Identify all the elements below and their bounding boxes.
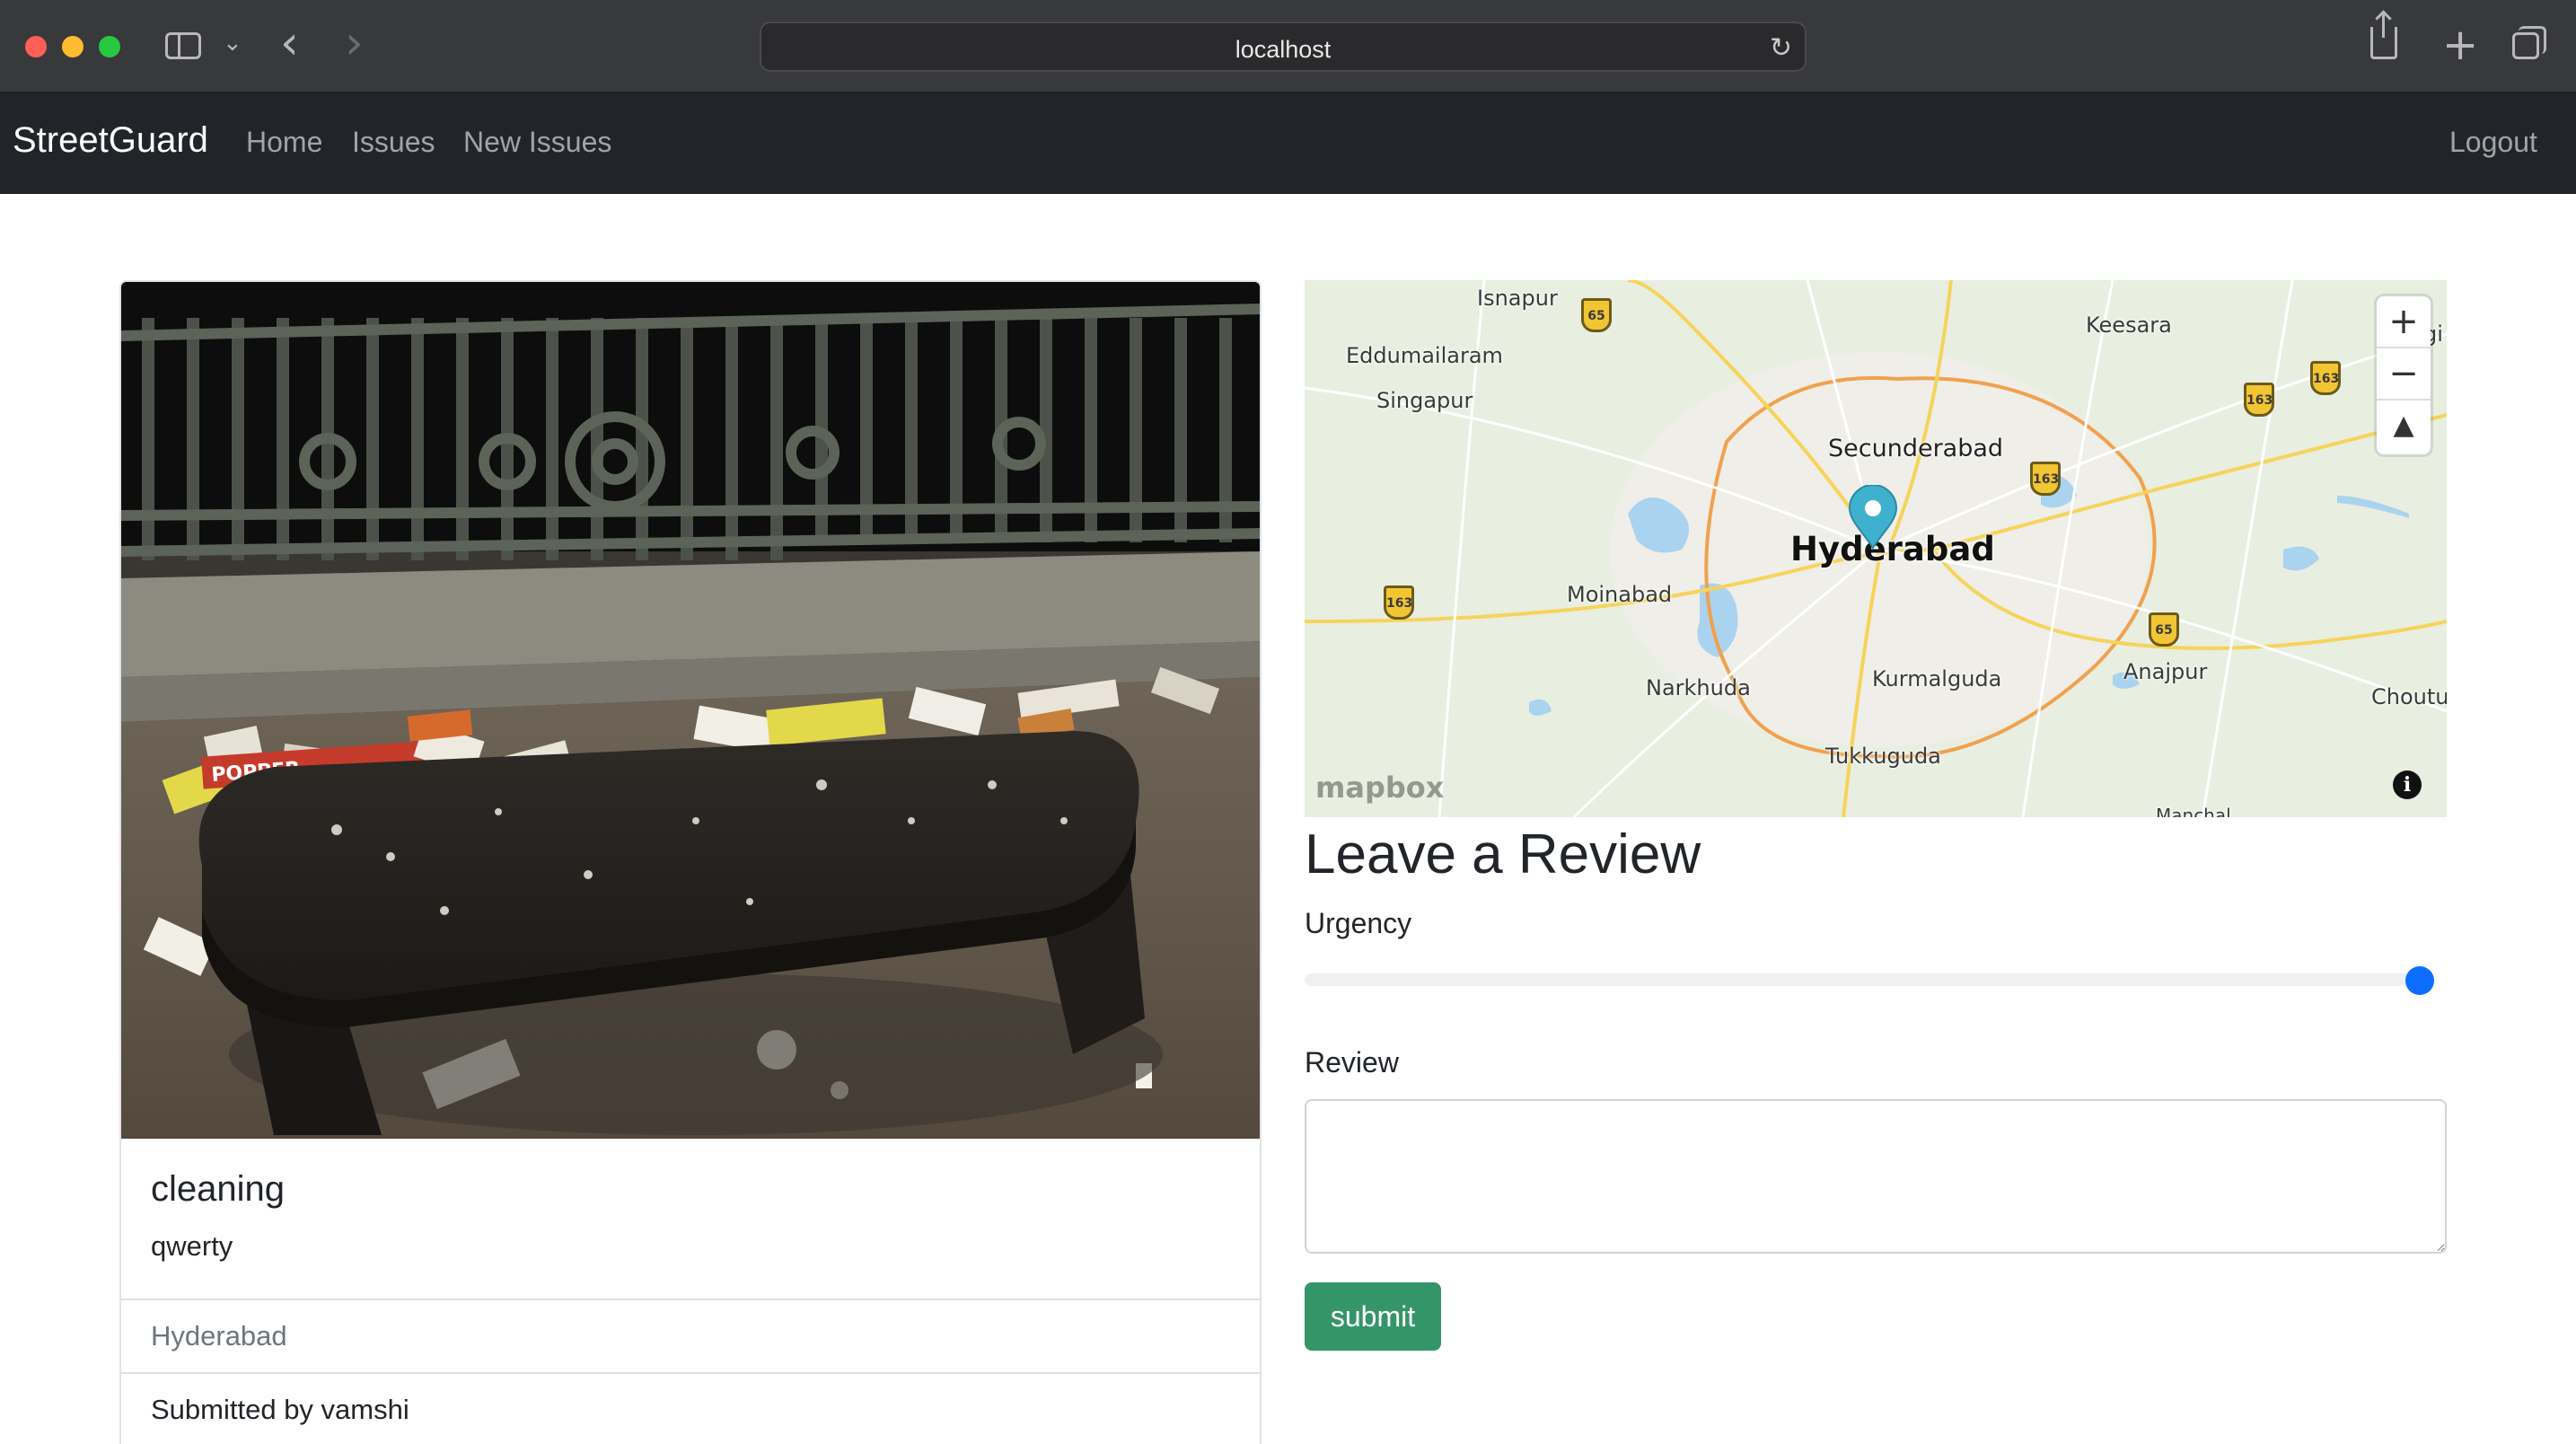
highway-shield-163: 163 — [2310, 361, 2341, 395]
issue-location-item: Hyderabad — [121, 1300, 1260, 1374]
issue-photo: POPPER — [121, 282, 1260, 1139]
urgency-slider[interactable] — [1305, 973, 2434, 986]
highway-shield-163: 163 — [2244, 383, 2274, 417]
zoom-out-button[interactable]: − — [2377, 348, 2431, 401]
card-body: cleaning qwerty — [121, 1139, 1260, 1300]
compass-icon[interactable]: ▲ — [2377, 401, 2431, 453]
review-label: Review — [1305, 1046, 1399, 1079]
zoom-window-button[interactable] — [99, 36, 120, 57]
map-label-narkhuda: Narkhuda — [1646, 675, 1751, 700]
tab-overview-icon[interactable] — [2512, 26, 2546, 59]
highway-shield-163: 163 — [1384, 586, 1414, 620]
urgency-slider-thumb[interactable] — [2405, 966, 2434, 995]
map-label-keesara: Keesara — [2086, 313, 2172, 338]
map-label-anajpur: Anajpur — [2123, 659, 2208, 684]
address-text: localhost — [1235, 36, 1332, 63]
brand-link[interactable]: StreetGuard — [13, 120, 208, 161]
map-label-manchal: Manchal — [2156, 805, 2231, 817]
map-label-choutup: Choutup — [2371, 684, 2447, 709]
review-textarea[interactable] — [1305, 1099, 2447, 1254]
app-navbar: StreetGuard Home Issues New Issues Logou… — [0, 93, 2576, 194]
address-bar[interactable]: localhost ↻ — [760, 22, 1807, 72]
issue-submitted-by: Submitted by vamshi — [151, 1394, 409, 1425]
close-window-button[interactable] — [25, 36, 47, 57]
issue-map[interactable]: Isnapur Eddumailaram Singapur Keesara gi… — [1305, 280, 2447, 817]
minimize-window-button[interactable] — [62, 36, 84, 57]
review-heading: Leave a Review — [1305, 823, 1701, 885]
reload-icon[interactable]: ↻ — [1770, 32, 1792, 64]
map-navigation-control: + − ▲ — [2377, 296, 2431, 454]
map-label-singapur: Singapur — [1376, 388, 1473, 413]
issue-title: cleaning — [151, 1169, 286, 1209]
sidebar-toggle-icon[interactable] — [165, 32, 201, 59]
issue-location: Hyderabad — [151, 1320, 287, 1352]
share-icon[interactable] — [2370, 13, 2397, 59]
urgency-label: Urgency — [1305, 907, 1412, 939]
map-label-eddumailaram: Eddumailaram — [1346, 343, 1503, 368]
highway-shield-65: 65 — [1581, 298, 1612, 332]
new-tab-icon[interactable]: + — [2442, 18, 2478, 72]
map-label-secunderabad: Secunderabad — [1828, 435, 2004, 462]
issue-description: qwerty — [151, 1230, 233, 1262]
issue-author-item: Submitted by vamshi — [121, 1374, 1260, 1444]
issue-card: POPPER — [119, 280, 1262, 1444]
highway-shield-65: 65 — [2149, 612, 2179, 647]
zoom-in-button[interactable]: + — [2377, 296, 2431, 348]
nav-link-issues[interactable]: Issues — [352, 126, 435, 159]
back-arrow-icon[interactable]: ‹ — [280, 20, 299, 66]
browser-toolbar: ⌄ ‹ › localhost ↻ + — [0, 0, 2576, 93]
submit-button[interactable]: submit — [1305, 1282, 1441, 1351]
nav-link-new-issues[interactable]: New Issues — [463, 126, 611, 159]
map-marker-icon[interactable] — [1848, 485, 1898, 550]
forward-arrow-icon[interactable]: › — [345, 20, 364, 66]
map-label-kurmalguda: Kurmalguda — [1872, 666, 2002, 691]
map-label-tukkuguda: Tukkuguda — [1825, 744, 1941, 769]
mapbox-logo[interactable]: mapbox — [1315, 770, 1444, 805]
info-icon[interactable]: i — [2393, 770, 2422, 799]
nav-link-logout[interactable]: Logout — [2449, 126, 2537, 159]
highway-shield-163: 163 — [2030, 462, 2061, 496]
chevron-down-icon[interactable]: ⌄ — [223, 29, 242, 57]
map-label-isnapur: Isnapur — [1477, 286, 1558, 311]
map-label-moinabad: Moinabad — [1567, 582, 1673, 607]
nav-link-home[interactable]: Home — [246, 126, 322, 159]
